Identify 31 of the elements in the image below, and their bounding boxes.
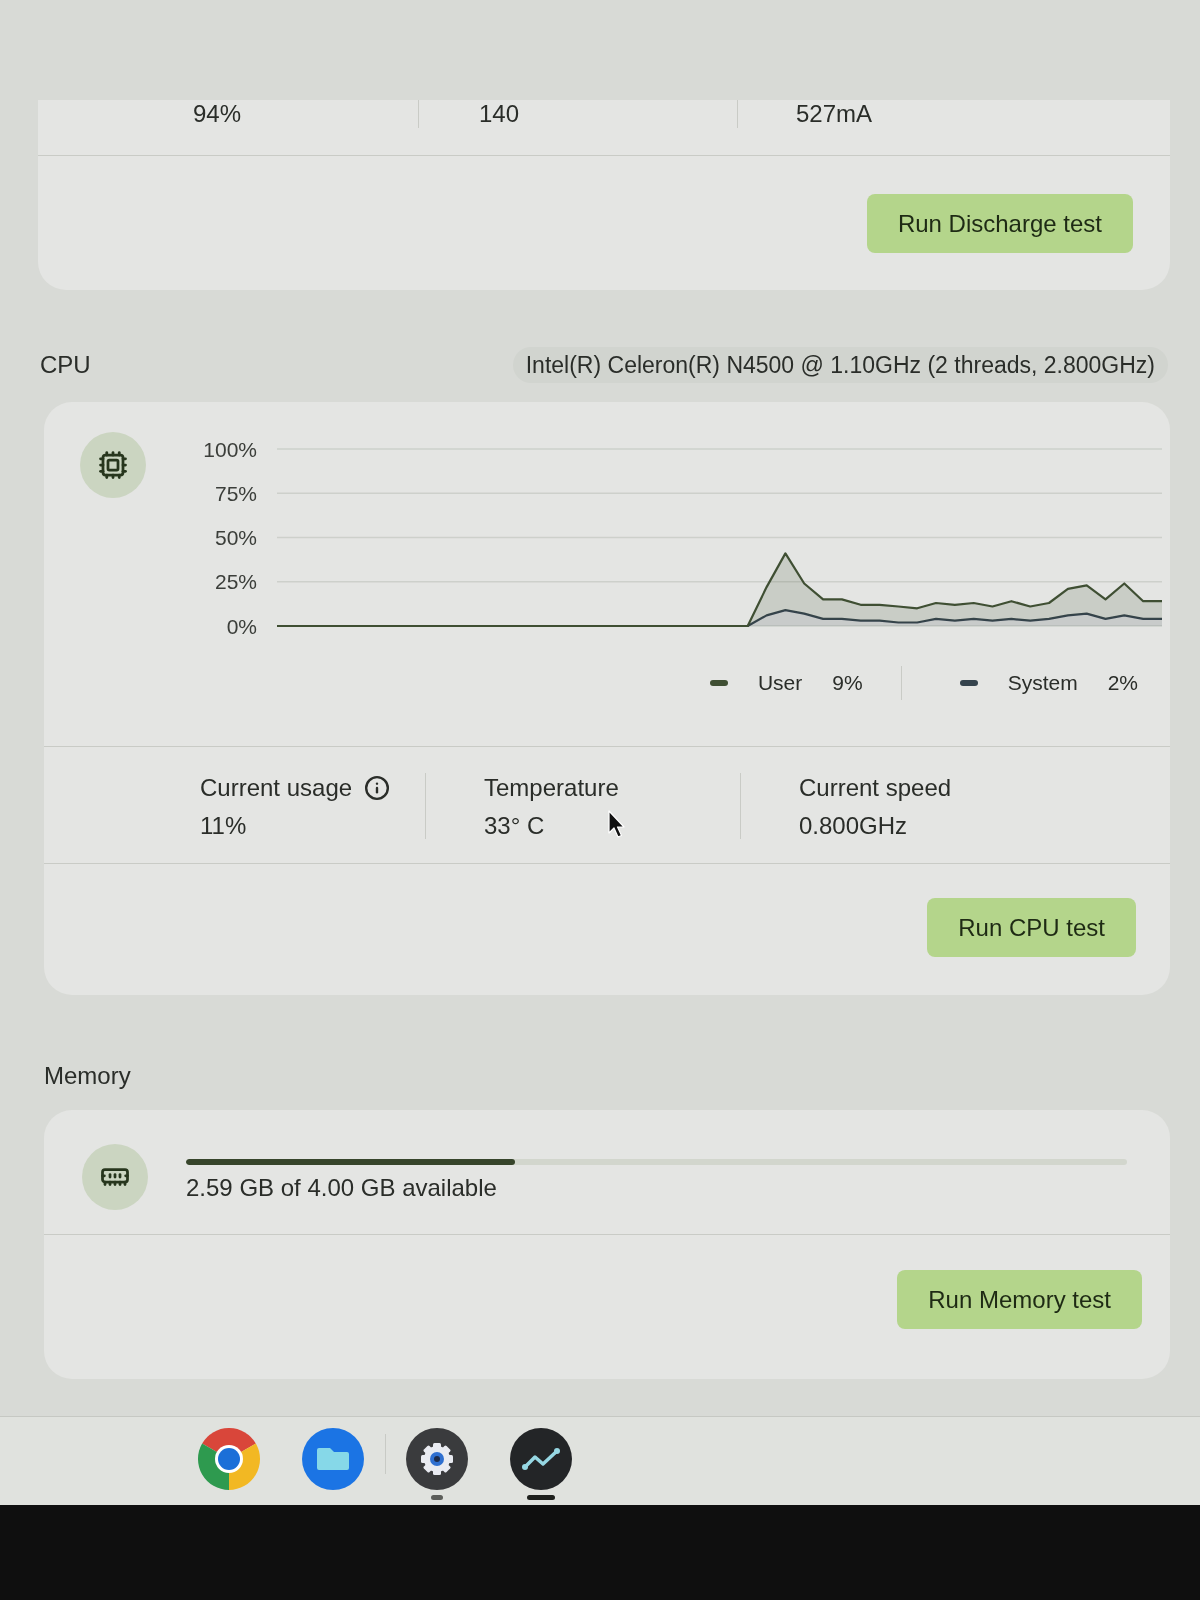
battery-reading: 94%: [193, 99, 242, 129]
section-heading: CPU: [40, 350, 91, 380]
folder-app-icon[interactable]: [302, 1428, 364, 1490]
mouse-pointer-icon: [608, 810, 626, 838]
stat-label: Temperature: [484, 773, 619, 803]
legend-label: User: [757, 670, 803, 696]
legend-value: 9%: [832, 670, 863, 696]
memory-usage-text: 2.59 GB of 4.00 GB available: [186, 1173, 497, 1203]
section-heading: Memory: [44, 1062, 131, 1089]
y-axis-label: 100%: [203, 437, 257, 461]
y-axis-label: 25%: [214, 570, 257, 594]
battery-reading: 140: [479, 99, 520, 129]
run-test-button[interactable]: Run Memory test: [897, 1270, 1142, 1329]
stat-label: Current usage: [200, 773, 353, 803]
stat-value: 11%: [200, 812, 247, 839]
line-chart-app-icon[interactable]: [510, 1428, 572, 1490]
run-test-button[interactable]: Run CPU test: [927, 898, 1136, 957]
y-axis-label: 0%: [226, 614, 257, 638]
run-test-button[interactable]: Run Discharge test: [866, 194, 1133, 253]
cpu-model-tag: Intel(R) Celeron(R) N4500 @ 1.10GHz (2 threads, 2.800GHz): [512, 347, 1168, 383]
browser-app-icon[interactable]: [198, 1428, 260, 1490]
y-axis-label: 50%: [214, 526, 257, 549]
y-axis-label: 75%: [214, 481, 257, 505]
settings-app-icon[interactable]: [406, 1428, 468, 1490]
stat-value: 33° C: [484, 812, 545, 839]
legend-label: System: [1007, 670, 1078, 696]
battery-reading: 527mA: [796, 99, 873, 129]
stat-value: 0.800GHz: [799, 812, 908, 839]
info-icon[interactable]: [364, 775, 391, 801]
stat-label: Current speed: [799, 773, 952, 803]
legend-value: 2%: [1107, 670, 1138, 696]
